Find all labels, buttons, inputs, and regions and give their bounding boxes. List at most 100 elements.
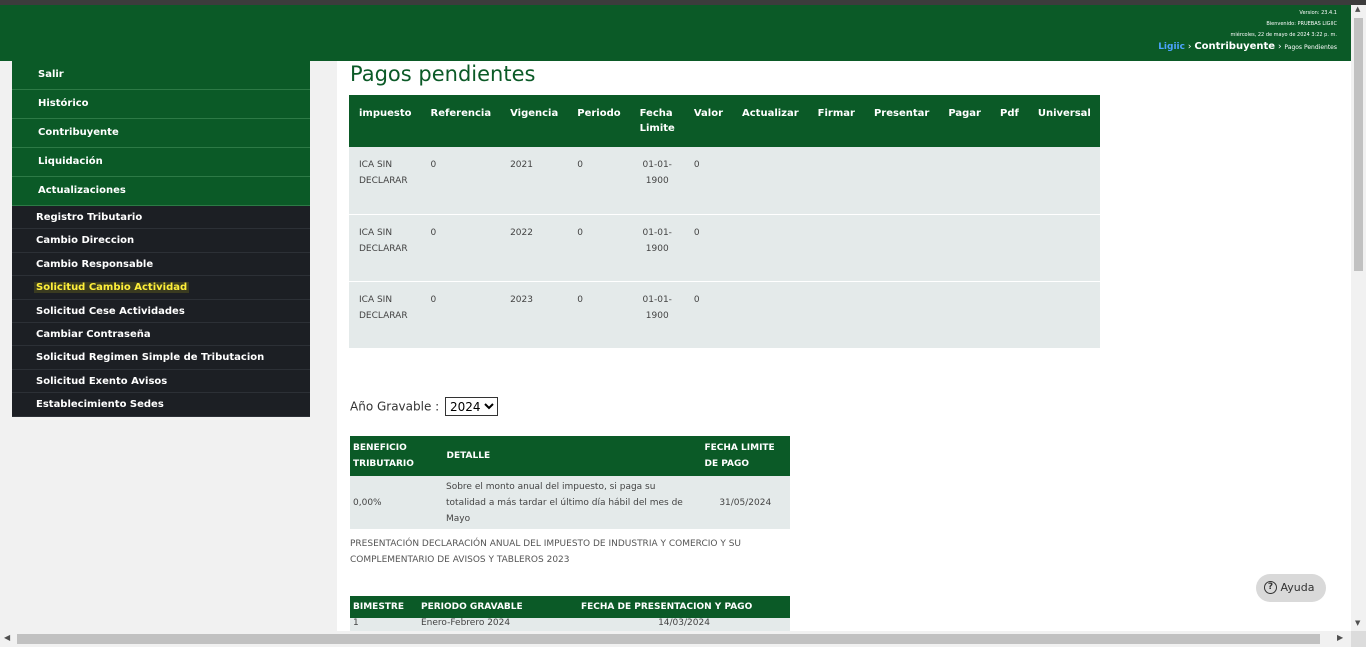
submenu-item-solicitud-cambio-actividad[interactable]: Solicitud Cambio Actividad xyxy=(12,276,310,300)
sidebar-item-contribuyente[interactable]: Contribuyente xyxy=(12,119,310,148)
welcome-label: Bienvenido: PRUEBAS LIGIIC xyxy=(1266,21,1337,27)
table-row: 0,00% Sobre el monto anual del impuesto,… xyxy=(350,476,790,529)
table-cell: 0 xyxy=(683,147,732,215)
vertical-scroll-thumb[interactable] xyxy=(1354,18,1363,271)
column-header: Periodo xyxy=(567,95,630,147)
table-header-row: BIMESTRE PERIODO GRAVABLE FECHA DE PRESE… xyxy=(350,596,790,618)
table-cell: 1 xyxy=(350,618,418,632)
submenu-item-cambiar-contrasena[interactable]: Cambiar Contraseña xyxy=(12,323,310,347)
table-cell: 0 xyxy=(420,147,501,215)
column-header: FECHA DE PRESENTACION Y PAGO xyxy=(578,596,790,618)
table-cell: 2022 xyxy=(500,214,568,282)
sidebar-item-historico[interactable]: Histórico xyxy=(12,90,310,119)
submenu-item-cambio-responsable[interactable]: Cambio Responsable xyxy=(12,253,310,277)
table-cell xyxy=(732,214,808,282)
horizontal-scrollbar[interactable]: ◀ ▶ xyxy=(0,631,1351,647)
table-cell: 0 xyxy=(567,281,630,349)
actualizaciones-submenu: Registro Tributario Cambio Direccion Cam… xyxy=(12,206,310,417)
table-cell xyxy=(863,214,939,282)
table-cell: 2023 xyxy=(500,281,568,349)
version-label: Version: 23.4.1 xyxy=(1299,10,1337,16)
horizontal-scroll-thumb[interactable] xyxy=(17,634,1320,644)
breadcrumb-section[interactable]: Contribuyente xyxy=(1194,41,1275,52)
column-header: Actualizar xyxy=(732,95,808,147)
table-cell: 01-01-1900 xyxy=(629,147,684,215)
help-button[interactable]: ? Ayuda xyxy=(1256,574,1326,602)
table-cell: ICA SIN DECLARAR xyxy=(349,214,421,282)
breadcrumb-root-link[interactable]: Ligiic xyxy=(1158,42,1185,52)
table-cell xyxy=(938,147,990,215)
column-header: Pagar xyxy=(938,95,990,147)
table-row: 1 Enero-Febrero 2024 14/03/2024 xyxy=(350,618,790,632)
table-cell xyxy=(1027,281,1100,349)
table-cell xyxy=(807,281,864,349)
column-header: Vigencia xyxy=(500,95,568,147)
table-row: ICA SIN DECLARAR 0 2022 0 01-01-1900 0 xyxy=(349,214,1100,282)
column-header: FECHA LIMITE DE PAGO xyxy=(701,436,790,476)
submenu-item-cambio-direccion[interactable]: Cambio Direccion xyxy=(12,229,310,253)
column-header: BENEFICIO TRIBUTARIO xyxy=(350,436,444,476)
table-cell: ICA SIN DECLARAR xyxy=(349,281,421,349)
anio-gravable-field: Año Gravable : 2024 xyxy=(350,397,499,416)
table-cell: 0 xyxy=(683,281,732,349)
table-cell: 0 xyxy=(683,214,732,282)
scroll-right-arrow-icon[interactable]: ▶ xyxy=(1337,633,1343,642)
table-cell: 0,00% xyxy=(350,476,443,529)
sidebar-item-salir[interactable]: Salir xyxy=(12,61,310,90)
column-header: Referencia xyxy=(420,95,501,147)
table-cell: 0 xyxy=(567,147,630,215)
table-cell xyxy=(938,281,990,349)
table-cell xyxy=(732,147,808,215)
scroll-down-arrow-icon[interactable]: ▼ xyxy=(1355,619,1360,627)
table-cell xyxy=(1027,214,1100,282)
table-header-row: BENEFICIO TRIBUTARIO DETALLE FECHA LIMIT… xyxy=(350,436,790,476)
anio-gravable-label: Año Gravable : xyxy=(350,399,440,414)
presentacion-text: PRESENTACIÓN DECLARACIÓN ANUAL DEL IMPUE… xyxy=(350,539,742,565)
vertical-scrollbar[interactable]: ▲ ▼ xyxy=(1351,5,1366,631)
help-button-label: Ayuda xyxy=(1280,581,1315,594)
table-cell: 01-01-1900 xyxy=(629,214,684,282)
table-cell: Sobre el monto anual del impuesto, si pa… xyxy=(443,476,701,529)
question-circle-icon: ? xyxy=(1264,580,1277,594)
table-cell xyxy=(863,281,939,349)
table-cell: 0 xyxy=(420,214,501,282)
column-header: Fecha Limite xyxy=(629,95,684,147)
column-header: DETALLE xyxy=(443,436,702,476)
header-info: Version: 23.4.1 Bienvenido: PRUEBAS LIGI… xyxy=(1158,8,1337,53)
submenu-item-establecimiento-sedes[interactable]: Establecimiento Sedes xyxy=(12,393,310,417)
column-header: impuesto xyxy=(349,95,421,147)
table-cell xyxy=(989,281,1028,349)
table-cell xyxy=(732,281,808,349)
table-cell: Enero-Febrero 2024 xyxy=(418,618,578,632)
column-header: Presentar xyxy=(863,95,939,147)
sidebar-item-actualizaciones[interactable]: Actualizaciones xyxy=(12,177,310,206)
column-header: Universal xyxy=(1027,95,1100,147)
breadcrumb-separator: › xyxy=(1277,42,1282,52)
table-cell xyxy=(989,214,1028,282)
breadcrumb: Ligiic › Contribuyente › Pagos Pendiente… xyxy=(1158,41,1337,53)
table-cell xyxy=(807,147,864,215)
app-header: Version: 23.4.1 Bienvenido: PRUEBAS LIGI… xyxy=(0,5,1351,61)
table-cell xyxy=(1027,147,1100,215)
table-cell xyxy=(938,214,990,282)
table-cell xyxy=(807,214,864,282)
scroll-up-arrow-icon[interactable]: ▲ xyxy=(1355,5,1360,13)
sidebar: Salir Histórico Contribuyente Liquidació… xyxy=(12,61,310,417)
table-cell: 14/03/2024 xyxy=(578,618,790,632)
table-cell: ICA SIN DECLARAR xyxy=(349,147,421,215)
anio-gravable-select[interactable]: 2024 xyxy=(445,397,499,416)
submenu-item-regimen-simple[interactable]: Solicitud Regimen Simple de Tributacion xyxy=(12,346,310,370)
submenu-item-registro-tributario[interactable]: Registro Tributario xyxy=(12,206,310,230)
table-cell: 01-01-1900 xyxy=(629,281,684,349)
table-cell: 0 xyxy=(567,214,630,282)
sidebar-item-liquidacion[interactable]: Liquidación xyxy=(12,148,310,177)
scroll-left-arrow-icon[interactable]: ◀ xyxy=(4,633,10,642)
submenu-item-exento-avisos[interactable]: Solicitud Exento Avisos xyxy=(12,370,310,394)
table-row: ICA SIN DECLARAR 0 2023 0 01-01-1900 0 xyxy=(349,281,1100,349)
submenu-item-solicitud-cese-actividades[interactable]: Solicitud Cese Actividades xyxy=(12,300,310,323)
table-cell: 2021 xyxy=(500,147,568,215)
column-header: PERIODO GRAVABLE xyxy=(418,596,578,618)
page-title: Pagos pendientes xyxy=(350,62,536,86)
table-row: ICA SIN DECLARAR 0 2021 0 01-01-1900 0 xyxy=(349,147,1100,215)
table-header-row: impuesto Referencia Vigencia Periodo Fec… xyxy=(349,95,1100,147)
